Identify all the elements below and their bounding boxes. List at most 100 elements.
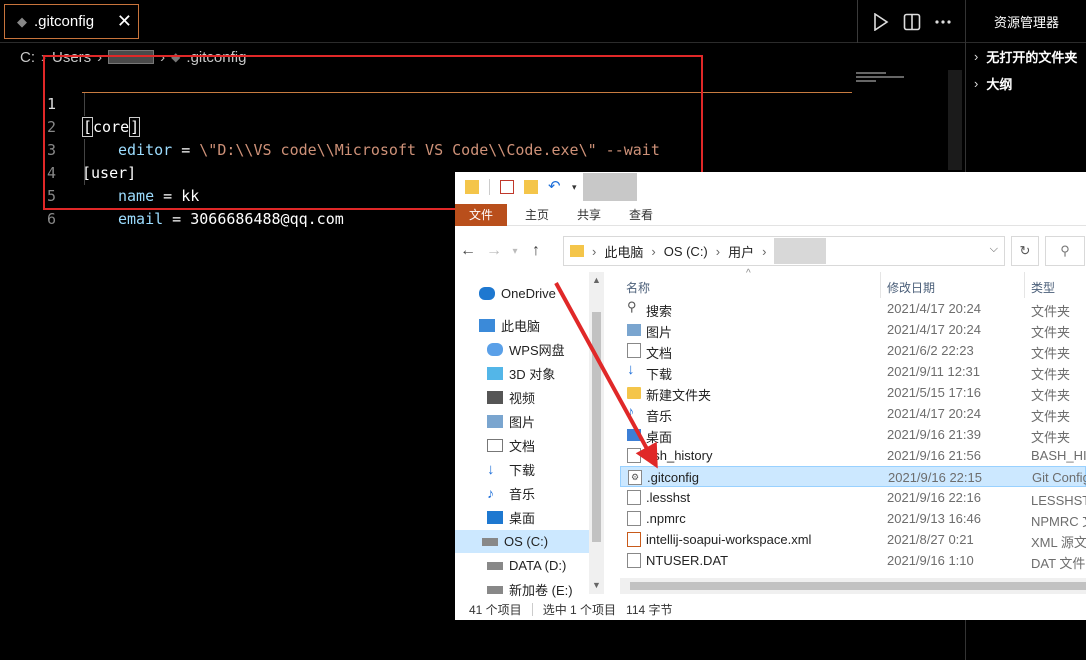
drive-icon <box>487 585 503 594</box>
address-this-pc[interactable]: 此电脑 <box>604 242 643 261</box>
breadcrumb-users[interactable]: Users <box>52 49 91 66</box>
nav-label: 视频 <box>509 391 536 406</box>
folder-icon[interactable] <box>465 180 479 194</box>
file-type: Git Config <box>1032 470 1086 485</box>
file-row[interactable]: ♪ 音乐 2021/4/17 20:24 文件夹 <box>620 403 1086 424</box>
nav-item-os-c[interactable]: OS (C:) <box>455 530 589 553</box>
file-row-selected[interactable]: ⚙ .gitconfig 2021/9/16 22:15 Git Config <box>620 466 1086 487</box>
redacted-username <box>108 50 155 64</box>
address-os-c[interactable]: OS (C:) <box>664 244 708 259</box>
file-row[interactable]: ↓ 下载 2021/9/11 12:31 文件夹 <box>620 361 1086 382</box>
search-icon: ⚲ <box>627 299 637 314</box>
file-icon <box>627 511 641 526</box>
desktop-icon <box>627 429 641 441</box>
column-date[interactable]: 修改日期 <box>887 279 935 296</box>
scroll-thumb[interactable] <box>592 312 601 542</box>
search-box[interactable]: ⚲ <box>1045 236 1085 266</box>
scroll-up-icon[interactable]: ▲ <box>589 275 604 285</box>
folder-icon <box>570 245 584 257</box>
more-actions-icon[interactable] <box>932 11 954 33</box>
back-icon[interactable]: ← <box>455 242 481 260</box>
music-icon: ♪ <box>487 485 494 501</box>
section-label: 大纲 <box>986 77 1013 92</box>
column-type[interactable]: 类型 <box>1031 279 1055 296</box>
file-name: .npmrc <box>646 511 686 526</box>
horizontal-scrollbar[interactable] <box>620 578 1086 594</box>
column-name[interactable]: 名称 <box>626 279 650 296</box>
file-name: 文档 <box>646 346 673 361</box>
chevron-right-icon: › <box>592 243 597 259</box>
scroll-thumb[interactable] <box>630 582 1086 590</box>
recent-locations-icon[interactable]: ▾ <box>507 246 523 257</box>
scroll-down-icon[interactable]: ▼ <box>589 580 604 590</box>
drive-icon <box>487 561 503 570</box>
address-bar[interactable]: › 此电脑 › OS (C:) › 用户 › ⌵ <box>563 236 1005 266</box>
file-row[interactable]: ⚲ 搜索 2021/4/17 20:24 文件夹 <box>620 298 1086 319</box>
file-row[interactable]: NTUSER.DAT 2021/9/16 1:10 DAT 文件 <box>620 550 1086 571</box>
download-icon: ↓ <box>487 461 495 478</box>
chevron-right-icon: › <box>762 243 767 259</box>
file-row[interactable]: 桌面 2021/9/16 21:39 文件夹 <box>620 424 1086 445</box>
file-list: ^ 名称 修改日期 类型 ⚲ 搜索 2021/4/17 20:24 文件夹 图片 202… <box>620 268 1086 582</box>
undo-icon[interactable]: ↶ <box>548 179 562 194</box>
music-icon: ♪ <box>627 403 634 419</box>
navigation-pane: OneDrive 此电脑 WPS网盘 3D 对象 视频 图片 文档 ↓ 下载 ♪ 音… <box>455 272 605 598</box>
tab-view[interactable]: 查看 <box>615 204 667 226</box>
file-row[interactable]: 文档 2021/6/2 22:23 文件夹 <box>620 340 1086 361</box>
minimap[interactable] <box>856 72 910 86</box>
chevron-right-icon: › <box>974 49 979 64</box>
up-icon[interactable]: ↑ <box>523 242 549 260</box>
chevron-right-icon: › <box>97 48 103 66</box>
code-line: 2 editor = \"D:\\VS code\\Microsoft VS C… <box>0 93 940 159</box>
file-row[interactable]: 图片 2021/4/17 20:24 文件夹 <box>620 319 1086 340</box>
chevron-right-icon: › <box>974 76 979 91</box>
tab-gitconfig[interactable]: ◆ .gitconfig ✕ <box>4 4 139 39</box>
code-line: 3 [user] <box>0 116 940 182</box>
redacted-username <box>774 238 827 264</box>
file-name: 桌面 <box>646 430 673 445</box>
file-icon <box>627 553 641 568</box>
run-icon[interactable] <box>870 11 892 33</box>
sidebar-title: 资源管理器 <box>966 0 1086 43</box>
file-row[interactable]: 新建文件夹 2021/5/15 17:16 文件夹 <box>620 382 1086 403</box>
cube-icon <box>487 367 503 380</box>
file-icon <box>627 448 641 463</box>
file-row[interactable]: ash_history 2021/9/16 21:56 BASH_HIS <box>620 445 1086 466</box>
tab-file[interactable]: 文件 <box>455 203 508 226</box>
chevron-right-icon: › <box>651 243 656 259</box>
close-tab-icon[interactable]: ✕ <box>117 11 132 31</box>
navigation-scrollbar[interactable]: ▲ ▼ <box>589 272 604 594</box>
section-outline[interactable]: › 大纲 <box>966 70 1086 97</box>
file-date: 2021/4/17 20:24 <box>887 301 981 316</box>
file-date: 2021/9/16 1:10 <box>887 553 974 568</box>
chevron-down-icon[interactable]: ⌵ <box>990 243 998 256</box>
address-users[interactable]: 用户 <box>728 242 754 261</box>
file-row[interactable]: .npmrc 2021/9/13 16:46 NPMRC 文 <box>620 508 1086 529</box>
breadcrumb-file[interactable]: .gitconfig <box>186 49 246 66</box>
file-date: 2021/9/16 22:15 <box>888 470 982 485</box>
properties-icon[interactable] <box>500 180 514 194</box>
tab-share[interactable]: 共享 <box>563 204 615 226</box>
customize-toolbar-icon[interactable]: ▾ <box>572 182 577 193</box>
file-row[interactable]: .lesshst 2021/9/16 22:16 LESSHST 文 <box>620 487 1086 508</box>
new-folder-icon[interactable] <box>524 180 538 194</box>
forward-icon[interactable]: → <box>481 242 507 260</box>
refresh-icon[interactable]: ↻ <box>1011 236 1039 266</box>
file-type: 文件夹 <box>1031 304 1071 319</box>
section-no-folder[interactable]: › 无打开的文件夹 <box>966 43 1086 70</box>
file-type: XML 源文 <box>1031 535 1086 550</box>
config-key: email <box>118 210 164 228</box>
line-number: 6 <box>46 210 56 228</box>
tab-home[interactable]: 主页 <box>511 204 563 226</box>
nav-label: OneDrive <box>501 286 556 301</box>
file-row[interactable]: intellij-soapui-workspace.xml 2021/8/27 0… <box>620 529 1086 550</box>
split-editor-icon[interactable] <box>901 11 923 33</box>
equals-sign: = <box>163 210 191 228</box>
editor-scrollbar[interactable] <box>948 70 962 170</box>
breadcrumb-drive[interactable]: C: <box>20 49 35 66</box>
pictures-icon <box>487 415 503 428</box>
search-icon: ⚲ <box>1060 243 1070 258</box>
file-name: intellij-soapui-workspace.xml <box>646 532 812 547</box>
file-name: NTUSER.DAT <box>646 553 729 568</box>
sort-ascending-icon: ^ <box>746 268 751 279</box>
